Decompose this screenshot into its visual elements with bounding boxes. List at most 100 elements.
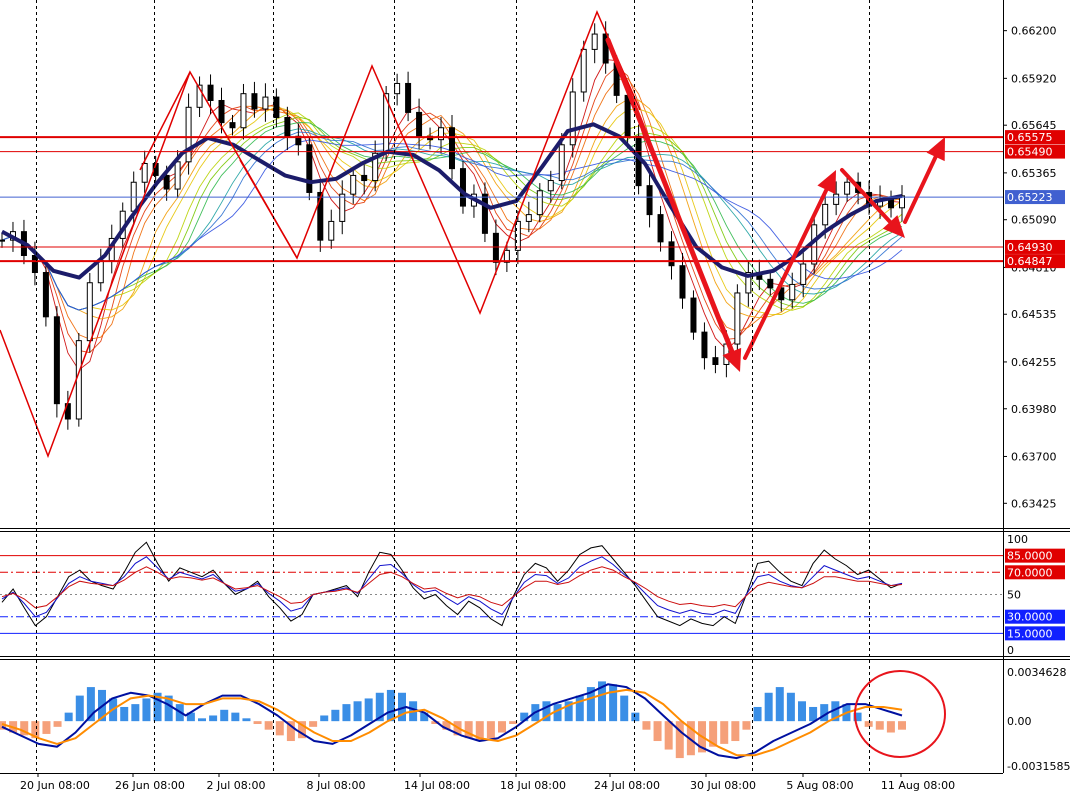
chart-background	[0, 0, 1070, 793]
osc-tick-label: 0	[1007, 644, 1014, 657]
macd-hist-neg	[275, 721, 284, 736]
candle-bull	[141, 163, 148, 183]
candle-bear	[361, 174, 368, 182]
candle-bull	[86, 282, 93, 342]
candle-bear	[229, 122, 236, 129]
chart-window: 20 Jun 08:00 26 Jun 08:00 2 Jul 08:00 8 Jul…	[0, 0, 1070, 793]
candle-bull	[339, 193, 346, 222]
candle-bull	[536, 190, 543, 216]
osc-level-label: 15.0000	[1007, 627, 1053, 640]
candle-bear	[668, 241, 675, 267]
price-level-label: 0.64847	[1007, 255, 1053, 268]
candle-bear	[679, 265, 686, 299]
chart-canvas[interactable]: 20 Jun 08:00 26 Jun 08:00 2 Jul 08:00 8 Jul…	[0, 0, 1070, 793]
macd-hist-neg	[42, 721, 51, 734]
candle-bear	[405, 82, 412, 113]
macd-hist-pos	[631, 712, 640, 722]
y-tick-label: 0.63980	[1011, 403, 1057, 416]
candle-bear	[207, 84, 214, 101]
macd-hist-neg	[309, 721, 318, 727]
price-level-label: 0.65575	[1007, 131, 1053, 144]
osc-level-label: 85.0000	[1007, 550, 1053, 563]
macd-hist-pos	[386, 689, 395, 722]
candle-bull	[580, 48, 587, 93]
candle-bear	[701, 331, 708, 359]
price-level-label: 0.64930	[1007, 241, 1053, 254]
macd-hist-neg	[864, 721, 873, 727]
macd-hist-pos	[220, 709, 229, 722]
macd-hist-pos	[620, 695, 629, 722]
macd-hist-neg	[264, 721, 273, 730]
candle-bull	[800, 263, 807, 285]
candle-bear	[163, 174, 170, 190]
macd-hist-pos	[231, 712, 240, 722]
candle-bull	[174, 161, 181, 190]
macd-hist-pos	[764, 692, 773, 722]
candle-bear	[624, 94, 631, 137]
x-tick-label: 11 Aug 08:00	[881, 779, 955, 792]
y-tick-label: 0.65920	[1011, 72, 1057, 85]
candle-bear	[416, 111, 423, 137]
candle-bear	[284, 117, 291, 137]
candle-bull	[558, 144, 565, 182]
macd-hist-neg	[731, 721, 740, 742]
x-tick-label: 30 Jul 08:00	[690, 779, 756, 792]
macd-hist-neg	[509, 721, 518, 724]
macd-hist-pos	[364, 698, 373, 722]
price-level-label: 0.65223	[1007, 191, 1053, 204]
macd-hist-pos	[353, 701, 362, 722]
candle-bull	[394, 82, 401, 95]
macd-hist-neg	[253, 721, 262, 724]
candle-bear	[492, 232, 499, 263]
macd-hist-neg	[498, 721, 506, 733]
macd-hist-neg	[675, 721, 684, 759]
macd-hist-pos	[809, 706, 818, 722]
macd-hist-neg	[886, 721, 895, 733]
candle-bear	[273, 96, 280, 119]
macd-hist-neg	[720, 721, 729, 744]
x-tick-label: 5 Aug 08:00	[786, 779, 853, 792]
macd-hist-neg	[486, 721, 495, 739]
macd-hist-pos	[775, 687, 784, 722]
macd-hist-pos	[131, 704, 140, 722]
candle-bull	[844, 181, 851, 195]
x-tick-label: 8 Jul 08:00	[307, 779, 366, 792]
candle-bull	[185, 106, 192, 163]
candle-bull	[262, 96, 269, 110]
macd-hist-neg	[664, 721, 673, 750]
candle-bear	[449, 127, 455, 170]
candle-bull	[591, 33, 598, 50]
candle-bear	[888, 198, 895, 209]
candle-bear	[481, 193, 488, 234]
candle-bear	[657, 214, 664, 243]
candle-bear	[459, 168, 466, 207]
candle-bear	[767, 278, 774, 289]
candle-bull	[525, 214, 532, 222]
y-tick-label: 0.63700	[1011, 450, 1057, 463]
macd-hist-pos	[198, 718, 206, 722]
macd-hist-pos	[64, 712, 73, 722]
x-tick-label: 18 Jul 08:00	[500, 779, 566, 792]
candle-bull	[328, 220, 335, 241]
candle-bear	[646, 185, 653, 216]
macd-hist-neg	[642, 721, 651, 730]
macd-hist-pos	[753, 706, 762, 722]
macd-hist-pos	[609, 684, 618, 722]
candle-bull	[240, 93, 247, 129]
macd-hist-pos	[320, 715, 329, 722]
macd-hist-pos	[142, 698, 151, 722]
x-tick-label: 24 Jul 08:00	[594, 779, 660, 792]
candle-bull	[833, 193, 840, 205]
macd-hist-pos	[331, 709, 340, 722]
y-tick-label: 0.64255	[1011, 356, 1057, 369]
macd-hist-neg	[464, 721, 473, 739]
y-tick-label: 0.65365	[1011, 167, 1057, 180]
osc-tick-label: 100	[1007, 533, 1028, 546]
y-tick-label: 0.65090	[1011, 214, 1057, 227]
price-level-label: 0.65490	[1007, 146, 1053, 159]
candle-bull	[547, 180, 554, 192]
candle-bull	[350, 174, 357, 195]
macd-hist-neg	[742, 721, 751, 730]
x-tick-label: 14 Jul 08:00	[404, 779, 470, 792]
candle-bear	[218, 99, 225, 124]
